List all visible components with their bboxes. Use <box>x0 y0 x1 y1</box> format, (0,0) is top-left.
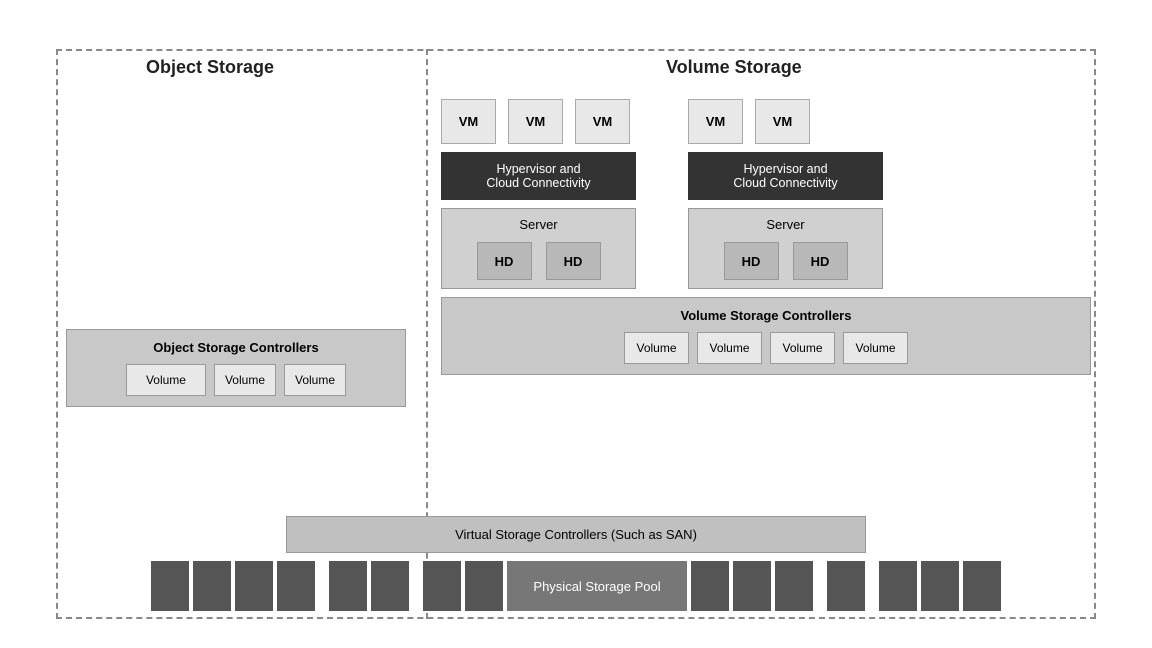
phys-block-4 <box>277 561 315 611</box>
diagram-wrapper: Object Storage Volume Storage VM VM VM V… <box>46 19 1106 629</box>
phys-block-6 <box>371 561 409 611</box>
volume-box-2: Volume <box>697 332 762 364</box>
physical-storage-pool-label: Physical Storage Pool <box>507 561 687 611</box>
object-controllers-label: Object Storage Controllers <box>79 340 393 355</box>
phys-block-7 <box>423 561 461 611</box>
phys-block-1 <box>151 561 189 611</box>
phys-block-14 <box>921 561 959 611</box>
vm-box-4: VM <box>688 99 743 144</box>
phys-block-3 <box>235 561 273 611</box>
obj-volume-box-3: Volume <box>284 364 346 396</box>
vm-box-1: VM <box>441 99 496 144</box>
server-label-1: Server <box>450 217 627 232</box>
object-storage-title: Object Storage <box>146 57 274 78</box>
volume-box-1: Volume <box>624 332 689 364</box>
phys-block-15 <box>963 561 1001 611</box>
object-storage-controllers: Object Storage Controllers Volume Volume… <box>66 329 406 407</box>
volume-controllers-label: Volume Storage Controllers <box>454 308 1078 323</box>
virtual-storage-controllers-row: Virtual Storage Controllers (Such as SAN… <box>66 516 1086 553</box>
vm-row: VM VM VM VM VM <box>441 99 1091 144</box>
obj-volume-box-2: Volume <box>214 364 276 396</box>
virtual-storage-label: Virtual Storage Controllers (Such as SAN… <box>455 527 697 542</box>
phys-block-9 <box>691 561 729 611</box>
bottom-section: Virtual Storage Controllers (Such as SAN… <box>66 516 1086 611</box>
vm-box-2: VM <box>508 99 563 144</box>
phys-block-13 <box>879 561 917 611</box>
hd-box-3: HD <box>724 242 779 280</box>
server-label-2: Server <box>697 217 874 232</box>
obj-volume-box-1: Volume <box>126 364 206 396</box>
server-box-2: Server HD HD <box>688 208 883 289</box>
hypervisor-row: Hypervisor andCloud Connectivity Hypervi… <box>441 152 1091 200</box>
vm-box-5: VM <box>755 99 810 144</box>
phys-block-5 <box>329 561 367 611</box>
vm-group-1: VM VM VM <box>441 99 636 144</box>
phys-block-2 <box>193 561 231 611</box>
phys-block-12 <box>827 561 865 611</box>
volume-storage-title: Volume Storage <box>666 57 802 78</box>
phys-block-10 <box>733 561 771 611</box>
hd-box-4: HD <box>793 242 848 280</box>
volume-storage-controllers: Volume Storage Controllers Volume Volume… <box>441 297 1091 375</box>
volume-box-4: Volume <box>843 332 908 364</box>
hd-box-1: HD <box>477 242 532 280</box>
volume-storage-section: VM VM VM VM VM Hypervisor andCloud Conne… <box>441 99 1091 375</box>
hd-box-2: HD <box>546 242 601 280</box>
server-box-1: Server HD HD <box>441 208 636 289</box>
vm-box-3: VM <box>575 99 630 144</box>
server-row: Server HD HD Server HD HD <box>441 208 1091 289</box>
virtual-storage-controllers-box: Virtual Storage Controllers (Such as SAN… <box>286 516 866 553</box>
physical-storage-pool-row: Physical Storage Pool <box>66 561 1086 611</box>
hypervisor-box-1: Hypervisor andCloud Connectivity <box>441 152 636 200</box>
hypervisor-box-2: Hypervisor andCloud Connectivity <box>688 152 883 200</box>
object-controllers-box: Object Storage Controllers Volume Volume… <box>66 329 406 407</box>
phys-block-8 <box>465 561 503 611</box>
volume-box-3: Volume <box>770 332 835 364</box>
vm-group-2: VM VM <box>688 99 816 144</box>
phys-block-11 <box>775 561 813 611</box>
